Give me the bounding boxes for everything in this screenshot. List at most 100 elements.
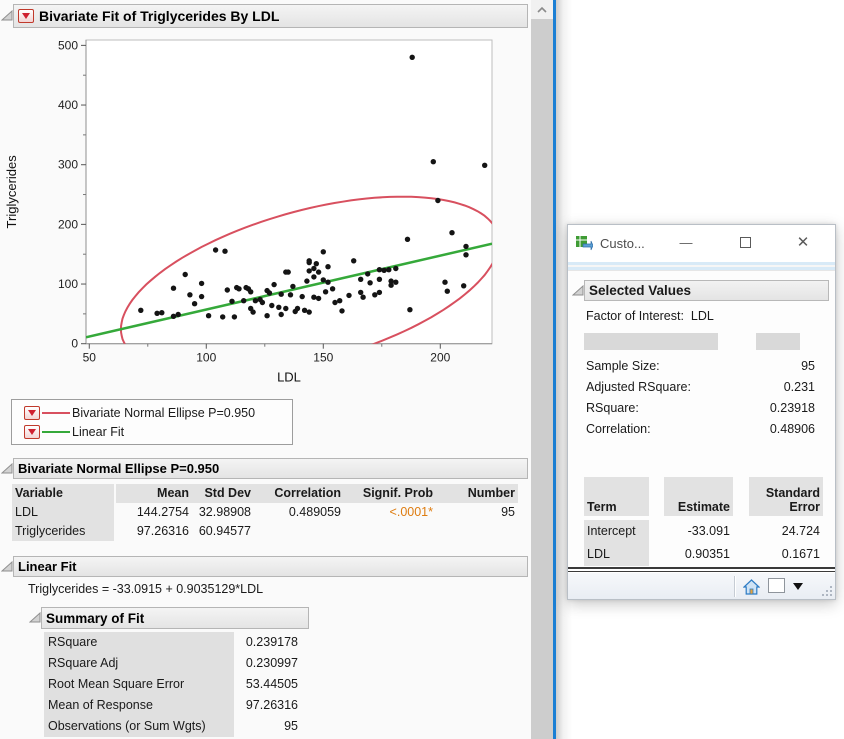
data-point[interactable]: [463, 252, 468, 257]
data-point[interactable]: [293, 309, 298, 314]
data-point[interactable]: [236, 286, 241, 291]
data-point[interactable]: [199, 294, 204, 299]
data-point[interactable]: [225, 287, 230, 292]
data-point[interactable]: [377, 267, 382, 272]
data-point[interactable]: [314, 261, 319, 266]
data-point[interactable]: [288, 292, 293, 297]
disclosure-triangle[interactable]: [572, 285, 584, 296]
data-point[interactable]: [337, 298, 342, 303]
data-point[interactable]: [463, 244, 468, 249]
blank-field[interactable]: [584, 333, 718, 350]
disclosure-triangle[interactable]: [1, 561, 13, 572]
data-point[interactable]: [325, 264, 330, 269]
data-point[interactable]: [286, 269, 291, 274]
data-point[interactable]: [461, 283, 466, 288]
dropdown-arrow-button[interactable]: [793, 583, 803, 590]
data-point[interactable]: [307, 309, 312, 314]
data-point[interactable]: [171, 314, 176, 319]
data-point[interactable]: [482, 163, 487, 168]
report-title-bar[interactable]: Bivariate Fit of Triglycerides By LDL: [13, 4, 528, 28]
data-point[interactable]: [442, 280, 447, 285]
data-point[interactable]: [358, 277, 363, 282]
data-point[interactable]: [138, 308, 143, 313]
selected-values-header[interactable]: Selected Values: [584, 280, 829, 301]
data-point[interactable]: [435, 198, 440, 203]
maximize-button[interactable]: [728, 225, 762, 259]
data-point[interactable]: [358, 290, 363, 295]
data-point[interactable]: [248, 289, 253, 294]
data-point[interactable]: [171, 286, 176, 291]
data-point[interactable]: [372, 292, 377, 297]
vertical-scrollbar[interactable]: [531, 0, 553, 739]
data-point[interactable]: [377, 290, 382, 295]
data-point[interactable]: [407, 307, 412, 312]
disclosure-triangle[interactable]: [29, 612, 41, 623]
disclosure-triangle[interactable]: [1, 463, 13, 474]
data-point[interactable]: [269, 303, 274, 308]
data-point[interactable]: [393, 280, 398, 285]
data-point[interactable]: [311, 295, 316, 300]
data-point[interactable]: [260, 300, 265, 305]
data-point[interactable]: [271, 282, 276, 287]
data-point[interactable]: [351, 258, 356, 263]
scrollbar-thumb[interactable]: [531, 19, 553, 739]
data-point[interactable]: [339, 308, 344, 313]
close-button[interactable]: ✕: [786, 225, 820, 259]
data-point[interactable]: [360, 295, 365, 300]
home-button[interactable]: [742, 577, 761, 596]
minimize-button[interactable]: —: [669, 225, 703, 259]
data-point[interactable]: [176, 312, 181, 317]
data-point[interactable]: [300, 294, 305, 299]
blank-field[interactable]: [756, 333, 800, 350]
data-point[interactable]: [321, 249, 326, 254]
data-point[interactable]: [445, 289, 450, 294]
red-triangle-menu-button[interactable]: [24, 406, 40, 420]
red-triangle-menu-button[interactable]: [18, 9, 34, 23]
data-point[interactable]: [393, 266, 398, 271]
data-point[interactable]: [377, 277, 382, 282]
data-point[interactable]: [431, 159, 436, 164]
data-point[interactable]: [220, 314, 225, 319]
data-point[interactable]: [290, 284, 295, 289]
data-point[interactable]: [206, 313, 211, 318]
data-point[interactable]: [199, 281, 204, 286]
data-point[interactable]: [365, 271, 370, 276]
data-point[interactable]: [253, 298, 258, 303]
data-point[interactable]: [279, 292, 284, 297]
data-point[interactable]: [388, 283, 393, 288]
red-triangle-menu-button[interactable]: [24, 425, 40, 439]
data-point[interactable]: [311, 274, 316, 279]
data-point[interactable]: [302, 308, 307, 313]
data-point[interactable]: [386, 267, 391, 272]
data-point[interactable]: [405, 237, 410, 242]
data-point[interactable]: [311, 266, 316, 271]
data-point[interactable]: [222, 249, 227, 254]
data-point[interactable]: [449, 230, 454, 235]
data-point[interactable]: [304, 278, 309, 283]
data-point[interactable]: [330, 286, 335, 291]
data-point[interactable]: [241, 298, 246, 303]
color-well-button[interactable]: [768, 578, 785, 593]
data-point[interactable]: [279, 312, 284, 317]
data-point[interactable]: [183, 272, 188, 277]
data-point[interactable]: [346, 293, 351, 298]
data-point[interactable]: [410, 55, 415, 60]
data-point[interactable]: [307, 260, 312, 265]
data-point[interactable]: [283, 306, 288, 311]
ellipse-section-header[interactable]: Bivariate Normal Ellipse P=0.950: [13, 458, 528, 479]
data-point[interactable]: [250, 309, 255, 314]
data-point[interactable]: [267, 290, 272, 295]
data-point[interactable]: [325, 280, 330, 285]
data-point[interactable]: [307, 268, 312, 273]
data-point[interactable]: [321, 277, 326, 282]
linear-fit-section-header[interactable]: Linear Fit: [13, 556, 528, 577]
data-point[interactable]: [229, 299, 234, 304]
data-point[interactable]: [316, 269, 321, 274]
data-point[interactable]: [213, 247, 218, 252]
scroll-up-button[interactable]: [531, 0, 553, 19]
resize-grip[interactable]: [820, 584, 833, 597]
data-point[interactable]: [316, 296, 321, 301]
data-point[interactable]: [154, 311, 159, 316]
data-point[interactable]: [187, 292, 192, 297]
data-point[interactable]: [232, 314, 237, 319]
